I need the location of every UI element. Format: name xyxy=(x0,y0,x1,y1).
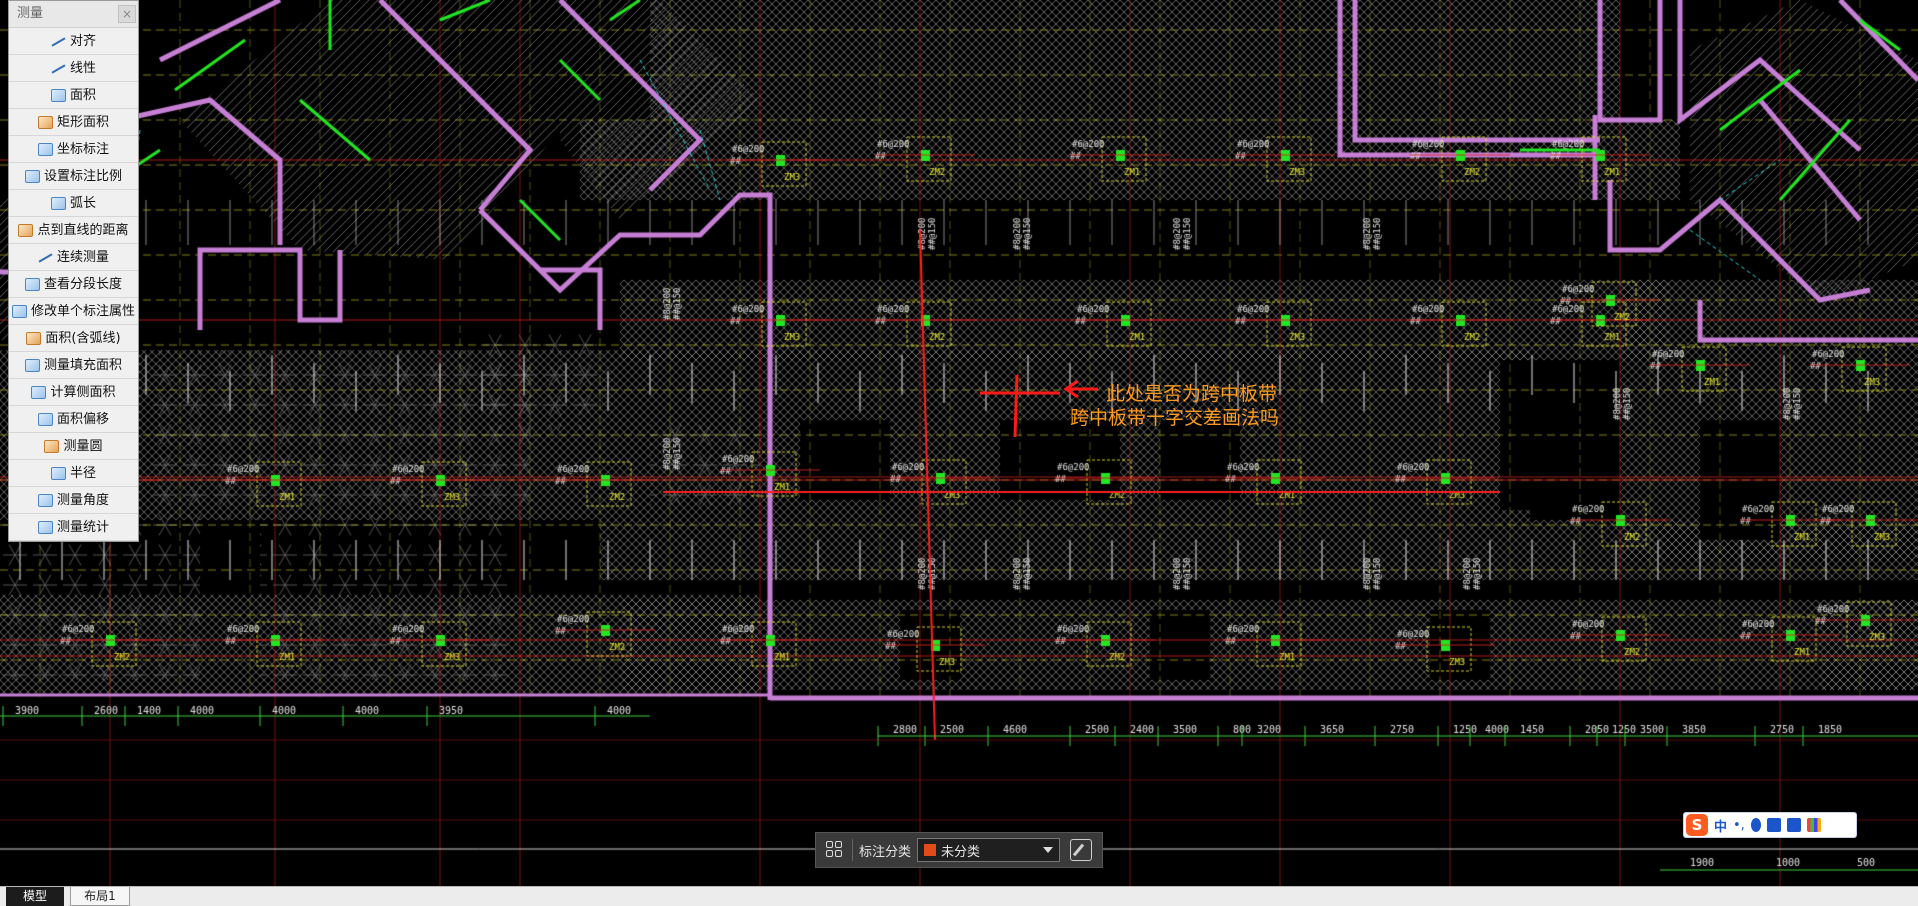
keyboard-icon[interactable] xyxy=(1766,818,1781,832)
measure-item-16[interactable]: 半径 xyxy=(9,460,138,487)
annotation-scale-icon xyxy=(24,169,40,183)
rectangle-area-icon xyxy=(37,115,53,129)
measure-item-5[interactable]: 设置标注比例 xyxy=(9,163,138,190)
edit-annotation-icon xyxy=(11,304,27,318)
measure-item-label: 修改单个标注属性 xyxy=(30,303,135,319)
arc-length-icon xyxy=(50,196,66,210)
tab-layout1[interactable]: 布局1 xyxy=(70,887,130,906)
linear-dimension-icon xyxy=(51,62,66,75)
measure-item-label: 测量角度 xyxy=(56,492,109,508)
annotation-category-label: 标注分类 xyxy=(859,844,912,860)
annotation-category-value: 未分类 xyxy=(941,844,981,860)
measure-item-label: 测量圆 xyxy=(63,438,103,454)
measure-item-label: 点到直线的距离 xyxy=(37,222,129,238)
ime-mode-toggle[interactable]: 中 xyxy=(1714,816,1727,835)
measure-item-2[interactable]: 面积 xyxy=(9,82,138,109)
measure-item-12[interactable]: 测量填充面积 xyxy=(9,352,138,379)
ime-logo-icon[interactable]: S xyxy=(1686,814,1708,836)
apps-grid-icon[interactable] xyxy=(1806,818,1821,832)
measure-item-11[interactable]: 面积(含弧线) xyxy=(9,325,138,352)
measure-item-label: 对齐 xyxy=(69,33,96,49)
continuous-measure-icon xyxy=(38,251,53,264)
measure-item-13[interactable]: 计算侧面积 xyxy=(9,379,138,406)
annotation-category-select[interactable]: 未分类 xyxy=(917,838,1061,862)
measure-item-6[interactable]: 弧长 xyxy=(9,190,138,217)
radius-icon xyxy=(50,466,66,480)
measure-panel-header[interactable]: 测量 × xyxy=(9,1,138,28)
point-to-line-icon xyxy=(18,223,34,237)
measure-item-label: 测量填充面积 xyxy=(43,357,122,373)
grid-view-icon[interactable] xyxy=(826,841,844,859)
area-arc-icon xyxy=(26,331,42,345)
close-icon[interactable]: × xyxy=(118,5,136,23)
measure-item-label: 测量统计 xyxy=(56,519,109,535)
measure-item-17[interactable]: 测量角度 xyxy=(9,487,138,514)
measure-item-label: 半径 xyxy=(69,465,96,481)
microphone-icon[interactable] xyxy=(1750,818,1761,832)
measure-item-label: 查看分段长度 xyxy=(43,276,122,292)
edit-icon[interactable] xyxy=(1070,839,1093,861)
measure-item-1[interactable]: 线性 xyxy=(9,55,138,82)
tab-model[interactable]: 模型 xyxy=(6,887,64,906)
measure-item-4[interactable]: 坐标标注 xyxy=(9,136,138,163)
measure-item-label: 面积 xyxy=(69,87,96,103)
measure-item-10[interactable]: 修改单个标注属性 xyxy=(9,298,138,325)
toolbar-divider xyxy=(852,839,853,861)
measure-item-label: 线性 xyxy=(69,60,96,76)
layout-tab-bar: 模型 布局1 xyxy=(0,886,1918,906)
segment-length-icon xyxy=(24,277,40,291)
measure-item-8[interactable]: 连续测量 xyxy=(9,244,138,271)
annotation-category-toolbar: 标注分类 未分类 xyxy=(815,832,1103,868)
measure-item-label: 面积偏移 xyxy=(56,411,109,427)
circle-measure-icon xyxy=(44,439,60,453)
measure-item-0[interactable]: 对齐 xyxy=(9,28,138,55)
measure-item-label: 矩形面积 xyxy=(56,114,109,130)
ime-punct-toggle[interactable]: •, xyxy=(1733,818,1745,833)
measure-item-14[interactable]: 面积偏移 xyxy=(9,406,138,433)
angle-measure-icon xyxy=(37,493,53,507)
measure-stats-icon xyxy=(37,520,53,534)
area-icon xyxy=(50,88,66,102)
coordinate-annotation-icon xyxy=(37,142,53,156)
measure-panel-title: 测量 xyxy=(17,6,44,21)
measure-item-label: 面积(含弧线) xyxy=(45,330,121,346)
side-area-icon xyxy=(31,385,47,399)
category-color-swatch xyxy=(924,844,937,856)
cad-drawing-canvas[interactable] xyxy=(0,0,1918,886)
align-dimension-icon xyxy=(51,35,66,48)
skin-icon[interactable] xyxy=(1786,818,1801,832)
measure-item-label: 坐标标注 xyxy=(56,141,109,157)
measure-item-label: 弧长 xyxy=(69,195,96,211)
chevron-down-icon xyxy=(1043,847,1054,853)
measure-item-label: 计算侧面积 xyxy=(50,384,116,400)
measure-panel: 测量 × 对齐线性面积矩形面积坐标标注设置标注比例 弧长点到直线的距离 连续测量查看… xyxy=(8,0,139,542)
measure-item-18[interactable]: 测量统计 xyxy=(9,514,138,541)
measure-item-9[interactable]: 查看分段长度 xyxy=(9,271,138,298)
area-offset-icon xyxy=(37,412,53,426)
measure-item-label: 连续测量 xyxy=(56,249,109,265)
ime-toolbar: S 中 •, xyxy=(1683,812,1857,838)
measure-item-15[interactable]: 测量圆 xyxy=(9,433,138,460)
measure-item-label: 设置标注比例 xyxy=(43,168,122,184)
fill-area-icon xyxy=(24,358,40,372)
measure-item-3[interactable]: 矩形面积 xyxy=(9,109,138,136)
measure-item-7[interactable]: 点到直线的距离 xyxy=(9,217,138,244)
